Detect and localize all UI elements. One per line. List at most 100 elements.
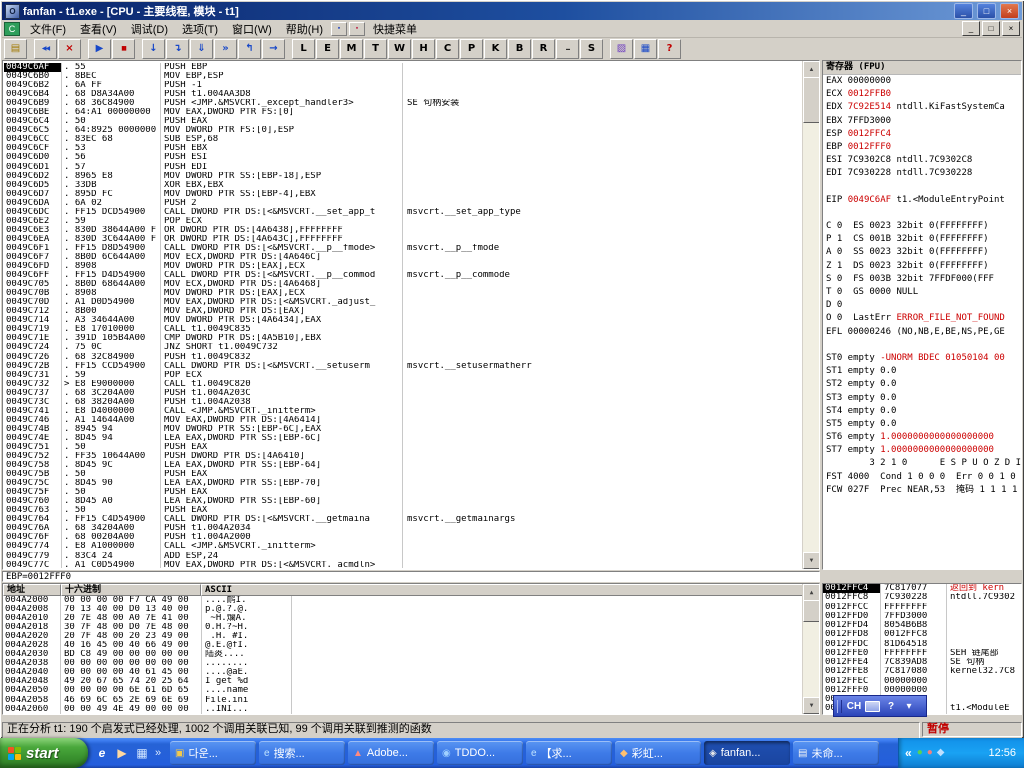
- register-line[interactable]: S 0 FS 003B 32bit 7FFDF000(FFF: [823, 273, 1021, 286]
- disasm-row[interactable]: 0049C6D7. 895D FC MOV DWORD PTR SS:[EBP-4…: [4, 189, 802, 199]
- register-line[interactable]: ST1 empty 0.0: [823, 365, 1021, 378]
- taskbar-button[interactable]: e 搜索...: [259, 741, 345, 765]
- register-line[interactable]: ST5 empty 0.0: [823, 418, 1021, 431]
- scroll-up-icon[interactable]: ▲: [803, 61, 819, 78]
- disasm-row[interactable]: 0049C6CC. 83EC 68 SUB ESP,68: [4, 135, 802, 145]
- menu-quick[interactable]: 快捷菜单: [366, 20, 424, 38]
- taskbar-button[interactable]: ▤ 未命...: [793, 741, 879, 765]
- disasm-row[interactable]: 0049C6E2. 59 POP ECX: [4, 216, 802, 226]
- register-line[interactable]: ESI 7C9302C8 ntdll.7C9302C8: [823, 154, 1021, 167]
- register-line[interactable]: ST4 empty 0.0: [823, 405, 1021, 418]
- dump-row[interactable]: 004A2038 00 00 00 00 00 00 00 00........: [3, 659, 819, 669]
- scroll-thumb[interactable]: [803, 600, 819, 622]
- register-line[interactable]: EDI 7C930228 ntdll.7C930228: [823, 167, 1021, 180]
- close-button[interactable]: ×: [1000, 3, 1019, 19]
- view-source-button[interactable]: S: [580, 38, 603, 59]
- maximize-button[interactable]: □: [977, 3, 996, 19]
- pause-button[interactable]: ▮▮: [112, 38, 135, 59]
- register-line[interactable]: D 0: [823, 299, 1021, 312]
- disasm-row[interactable]: 0049C760. 8D45 A0 LEA EAX,DWORD PTR SS:[E…: [4, 497, 802, 507]
- register-line[interactable]: O 0 LastErr ERROR_FILE_NOT_FOUND: [823, 312, 1021, 325]
- tray-input-icon[interactable]: ◆: [937, 748, 945, 758]
- disasm-row[interactable]: 0049C712. 8B00 MOV EAX,DWORD PTR DS:[EAX]: [4, 307, 802, 317]
- view-call-stack-button[interactable]: K: [484, 38, 507, 59]
- view-patches-button[interactable]: P: [460, 38, 483, 59]
- view-windows-button[interactable]: W: [388, 38, 411, 59]
- step-into-button[interactable]: ↓: [142, 38, 165, 59]
- disasm-row[interactable]: 0049C75B. 50 PUSH EAX: [4, 470, 802, 480]
- disasm-row[interactable]: 0049C737. 68 3C204A00 PUSH t1.004A203C: [4, 388, 802, 398]
- tray-red-icon[interactable]: ●: [927, 748, 933, 758]
- stack-row[interactable]: 0012FFE8 7C817080 kernel32.7C8: [823, 667, 1021, 677]
- disasm-row[interactable]: 0049C6BE. 64:A1 00000000 MOV EAX,DWORD PT…: [4, 108, 802, 118]
- register-line[interactable]: ST6 empty 1.0000000000000000000: [823, 431, 1021, 444]
- disasm-row[interactable]: 0049C764. FF15 C4D54900 CALL DWORD PTR DS…: [4, 515, 802, 525]
- view-log-button[interactable]: L: [292, 38, 315, 59]
- tray-chevron-icon[interactable]: «: [905, 746, 912, 760]
- disasm-row[interactable]: 0049C6B4. 68 D8A34A00 PUSH t1.004AA3D8: [4, 90, 802, 100]
- scroll-up-icon[interactable]: ▲: [803, 584, 819, 601]
- close-program-button[interactable]: ×: [58, 38, 81, 59]
- quicklaunch-overflow-chevron[interactable]: »: [155, 747, 161, 759]
- disasm-row[interactable]: 0049C6B0. 8BEC MOV EBP,ESP: [4, 72, 802, 82]
- disasm-row[interactable]: 0049C6B2. 6A FF PUSH -1: [4, 81, 802, 91]
- disasm-row[interactable]: 0049C6D5. 33DB XOR EBX,EBX: [4, 180, 802, 190]
- disasm-row[interactable]: 0049C6D0. 56 PUSH ESI: [4, 153, 802, 163]
- disasm-row[interactable]: 0049C6FD. 8908 MOV DWORD PTR DS:[EAX],ECX: [4, 262, 802, 272]
- disasm-row[interactable]: 0049C6DA. 6A 02 PUSH 2: [4, 198, 802, 208]
- taskbar-button[interactable]: ▲ Adobe...: [348, 741, 434, 765]
- mdi-minimize-button[interactable]: _: [962, 21, 980, 36]
- register-line[interactable]: C 0 ES 0023 32bit 0(FFFFFFFF): [823, 220, 1021, 233]
- register-line[interactable]: [823, 181, 1021, 194]
- langbar-options-icon[interactable]: ▾: [900, 701, 918, 712]
- execute-till-return-button[interactable]: ↰: [238, 38, 261, 59]
- keyboard-icon[interactable]: [865, 700, 880, 712]
- stack-row[interactable]: 0012FFE0 FFFFFFFF SEH 链尾部: [823, 648, 1021, 659]
- quicklaunch-ie-icon[interactable]: e: [94, 745, 110, 761]
- disasm-row[interactable]: 0049C76F. 68 00204A00 PUSH t1.004A2000: [4, 533, 802, 543]
- register-line[interactable]: FCW 027F Prec NEAR,53 掩码 1 1 1 1 1 1: [823, 484, 1021, 497]
- taskbar-button[interactable]: e 【求...: [526, 741, 612, 765]
- dump-row[interactable]: 004A2028 40 16 45 00 40 66 49 00 @.E.@fI.: [3, 641, 819, 651]
- register-line[interactable]: EFL 00000246 (NO,NB,E,BE,NS,PE,GE: [823, 326, 1021, 339]
- disasm-row[interactable]: 0049C76A. 68 34204A00 PUSH t1.004A2034: [4, 524, 802, 534]
- disasm-row[interactable]: 0049C705. 8B0D 68644A00 MOV ECX,DWORD PTR…: [4, 280, 802, 290]
- disasm-row[interactable]: 0049C6D1. 57 PUSH EDI: [4, 162, 802, 172]
- dump-row[interactable]: 004A2058 46 69 6C 65 2E 69 6E 69 File.ini: [3, 695, 819, 705]
- tray-green-icon[interactable]: ●: [917, 748, 923, 758]
- dump-row[interactable]: 004A2000 00 00 00 00 F7 CA 49 00 ....鸸I.: [3, 596, 819, 606]
- disasm-row[interactable]: 0049C774. E8 A1000000 CALL <JMP.&MSVCRT._…: [4, 542, 802, 552]
- register-line[interactable]: ECX 0012FFB0: [823, 88, 1021, 101]
- mdi-restore-button[interactable]: □: [982, 21, 1000, 36]
- menu-file[interactable]: 文件(F): [23, 20, 73, 38]
- dump-row[interactable]: 004A2010 20 7E 48 00 A0 7E 41 00 ~H.爛A.: [3, 614, 819, 624]
- taskbar-button[interactable]: ◉ TDDO...: [437, 741, 523, 765]
- disasm-row[interactable]: 0049C719. E8 17010000 CALL t1.0049C835: [4, 325, 802, 335]
- dump-scrollbar[interactable]: ▲ ▼: [802, 584, 819, 714]
- disasm-row[interactable]: 0049C77C. A1 C0D54900 MOV EAX,DWORD PTR D…: [4, 560, 802, 568]
- menu-debug[interactable]: 调试(D): [124, 20, 175, 38]
- register-line[interactable]: Z 1 DS 0023 32bit 0(FFFFFFFF): [823, 260, 1021, 273]
- stack-row[interactable]: 0012FFD0 7FFD3000: [823, 611, 1021, 622]
- stack-row[interactable]: 0012FFD8 0012FFC8: [823, 630, 1021, 640]
- animate-into-button[interactable]: ⇓: [190, 38, 213, 59]
- disasm-row[interactable]: 0049C74B. 8945 94 MOV DWORD PTR SS:[EBP-6…: [4, 424, 802, 434]
- disasm-scrollbar[interactable]: ▲ ▼: [802, 61, 819, 569]
- dump-row[interactable]: 004A2050 00 00 00 00 6E 61 6D 65 ....name: [3, 686, 819, 696]
- restart-button[interactable]: ◀◀: [34, 38, 57, 59]
- view-executables-button[interactable]: E: [316, 38, 339, 59]
- register-line[interactable]: [823, 207, 1021, 220]
- disasm-row[interactable]: 0049C726. 68 32C84900 PUSH t1.0049C832: [4, 352, 802, 362]
- mdi-close-button[interactable]: ×: [1002, 21, 1020, 36]
- register-line[interactable]: ST3 empty 0.0: [823, 392, 1021, 405]
- disasm-row[interactable]: 0049C763. 50 PUSH EAX: [4, 506, 802, 516]
- quicklaunch-desktop-icon[interactable]: ▦: [134, 745, 150, 761]
- disasm-row[interactable]: 0049C73C. 68 38204A00 PUSH t1.004A2038: [4, 397, 802, 407]
- register-line[interactable]: ST7 empty 1.0000000000000000000: [823, 444, 1021, 457]
- disasm-row[interactable]: 0049C758. 8D45 9C LEA EAX,DWORD PTR SS:[E…: [4, 461, 802, 471]
- disasm-row[interactable]: 0049C6DC. FF15 DCD54900 CALL DWORD PTR DS…: [4, 207, 802, 217]
- disasm-row[interactable]: 0049C75F. 50 PUSH EAX: [4, 488, 802, 498]
- dump-row[interactable]: 004A2060 00 00 49 4E 49 00 00 00 ..INI...: [3, 704, 819, 714]
- register-line[interactable]: P 1 CS 001B 32bit 0(FFFFFFFF): [823, 233, 1021, 246]
- start-button[interactable]: start: [0, 738, 88, 768]
